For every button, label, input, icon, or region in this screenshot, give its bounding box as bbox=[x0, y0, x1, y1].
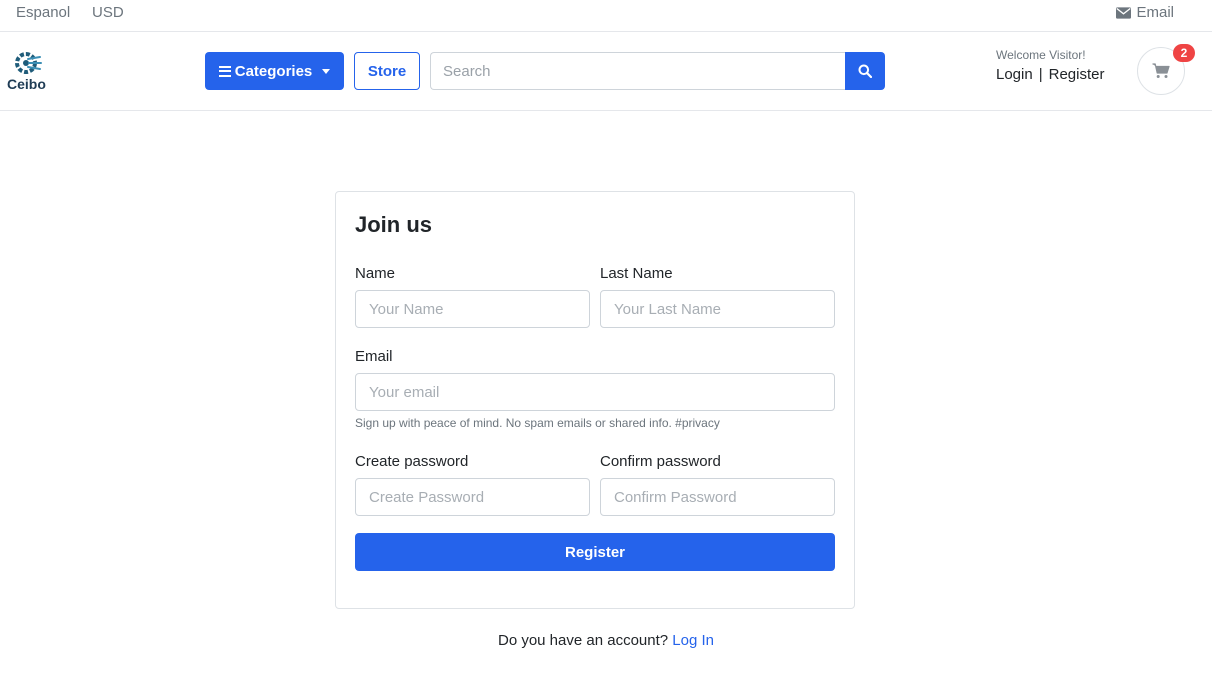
login-prompt-text: Do you have an account? bbox=[497, 632, 669, 649]
categories-label: Categories bbox=[234, 62, 313, 80]
auth-links: Login | Register bbox=[996, 66, 1104, 83]
shopping-cart-icon bbox=[1152, 63, 1170, 78]
envelope-icon bbox=[1116, 6, 1132, 19]
form-title: Join us bbox=[355, 212, 433, 237]
email-label: Email bbox=[1136, 4, 1174, 21]
hamburger-icon bbox=[218, 65, 231, 77]
email-field[interactable] bbox=[355, 373, 835, 411]
password-field[interactable] bbox=[355, 478, 590, 516]
email-label: Email bbox=[355, 348, 393, 365]
registration-card: Join us Name Last Name Email Sign up wit… bbox=[335, 191, 855, 609]
email-link[interactable]: Email bbox=[1116, 4, 1174, 21]
confirm-password-label: Confirm password bbox=[600, 453, 721, 470]
search-icon bbox=[858, 64, 872, 78]
name-label: Name bbox=[355, 265, 396, 282]
ceibo-logo-icon bbox=[15, 52, 42, 74]
cart-count-badge: 2 bbox=[1173, 44, 1195, 62]
logo[interactable]: Ceibo bbox=[6, 50, 50, 94]
email-help-text: Sign up with peace of mind. No spam emai… bbox=[355, 416, 720, 430]
categories-dropdown-button[interactable]: Categories bbox=[205, 52, 344, 90]
auth-separator: | bbox=[1038, 66, 1043, 83]
welcome-text: Welcome Visitor! bbox=[996, 48, 1086, 62]
last-name-label: Last Name bbox=[600, 265, 673, 282]
password-label: Create password bbox=[355, 453, 469, 470]
login-prompt: Do you have an account? Log In bbox=[0, 632, 1212, 649]
language-switch[interactable]: Espanol bbox=[16, 4, 70, 21]
currency-switch[interactable]: USD bbox=[92, 4, 124, 21]
register-button[interactable]: Register bbox=[355, 533, 835, 571]
search-button[interactable] bbox=[845, 52, 885, 90]
search-input[interactable] bbox=[430, 52, 846, 90]
register-link[interactable]: Register bbox=[1049, 66, 1105, 83]
top-bar: Espanol USD Email bbox=[0, 0, 1212, 32]
logo-text: Ceibo bbox=[7, 76, 46, 92]
store-button[interactable]: Store bbox=[354, 52, 420, 90]
login-link-footer[interactable]: Log In bbox=[672, 632, 714, 649]
last-name-field[interactable] bbox=[600, 290, 835, 328]
confirm-password-field[interactable] bbox=[600, 478, 835, 516]
login-link[interactable]: Login bbox=[996, 66, 1033, 83]
main-header: Ceibo Categories Store Welcome Visitor! … bbox=[0, 32, 1212, 111]
name-field[interactable] bbox=[355, 290, 590, 328]
caret-down-icon bbox=[322, 68, 331, 74]
